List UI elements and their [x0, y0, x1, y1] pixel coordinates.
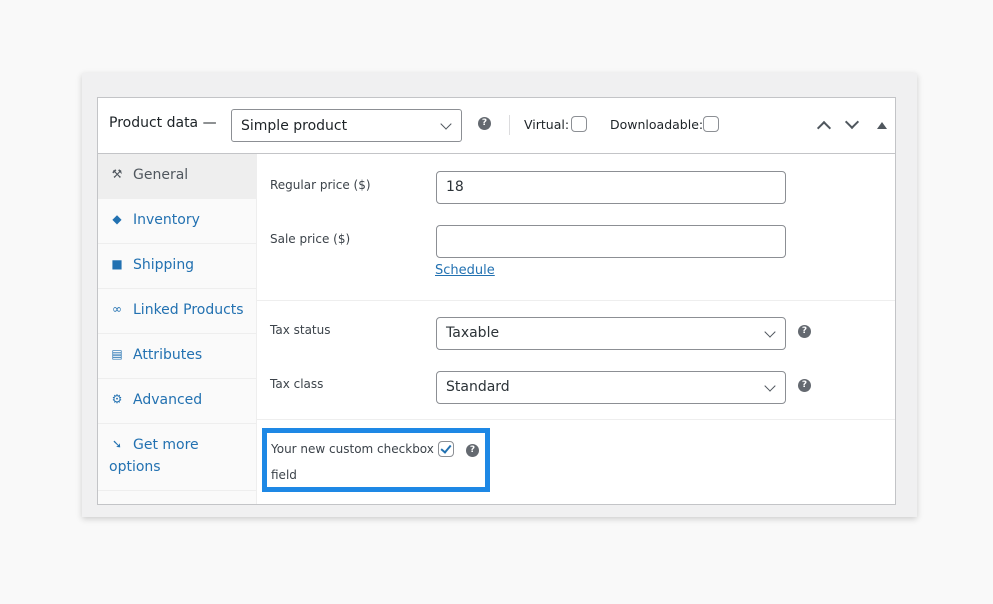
- tab-label: Linked Products: [133, 302, 244, 318]
- custom-checkbox-label: Your new custom checkbox: [271, 442, 434, 456]
- pricing-group: Regular price ($) 18 Sale price ($) Sche…: [257, 154, 895, 301]
- tax-status-label: Tax status: [270, 323, 331, 337]
- tag-icon: ◆: [112, 212, 122, 226]
- chevron-down-icon: [764, 380, 776, 392]
- help-icon[interactable]: ?: [798, 325, 811, 338]
- product-data-tabs: ⚒ General ◆ Inventory ■ Shipping ∞ Linke…: [98, 154, 257, 504]
- custom-checkbox[interactable]: [438, 441, 454, 457]
- tab-label: Shipping: [133, 257, 195, 273]
- sale-price-input[interactable]: [436, 225, 786, 258]
- link-icon: ∞: [112, 302, 122, 316]
- product-data-metabox: Product data — Simple product ? Virtual:…: [97, 97, 896, 505]
- tax-status-select[interactable]: Taxable: [436, 317, 786, 350]
- truck-icon: ■: [111, 257, 123, 271]
- help-icon[interactable]: ?: [466, 444, 479, 457]
- checkmark-icon: [440, 442, 452, 454]
- tax-status-value: Taxable: [446, 325, 500, 341]
- chevron-down-icon: [440, 118, 452, 130]
- regular-price-label: Regular price ($): [270, 178, 371, 192]
- metabox-title: Product data —: [109, 115, 217, 131]
- tab-linked-products[interactable]: ∞ Linked Products: [98, 289, 256, 334]
- tab-general[interactable]: ⚒ General: [98, 154, 256, 199]
- product-type-value: Simple product: [241, 118, 348, 134]
- wrench-icon: ⚒: [111, 167, 123, 181]
- virtual-label: Virtual:: [524, 117, 570, 132]
- tab-label: Attributes: [133, 347, 203, 363]
- tax-group: Tax status Taxable ? Tax class Standard …: [257, 301, 895, 420]
- schedule-link[interactable]: Schedule: [435, 263, 495, 278]
- tab-attributes[interactable]: ▤ Attributes: [98, 334, 256, 379]
- tab-advanced[interactable]: ⚙ Advanced: [98, 379, 256, 424]
- downloadable-checkbox[interactable]: [703, 116, 719, 132]
- custom-checkbox-highlight: Your new custom checkbox field ?: [262, 428, 490, 492]
- regular-price-input[interactable]: 18: [436, 171, 786, 204]
- virtual-checkbox[interactable]: [571, 116, 587, 132]
- tab-shipping[interactable]: ■ Shipping: [98, 244, 256, 289]
- chevron-down-icon: [764, 326, 776, 338]
- toggle-collapse-icon[interactable]: [877, 122, 887, 129]
- list-card-icon: ▤: [111, 347, 123, 361]
- tax-class-label: Tax class: [270, 377, 324, 391]
- tab-label: Get more options: [109, 437, 199, 475]
- tab-get-more-options[interactable]: ➘ Get more options: [98, 424, 256, 491]
- gear-icon: ⚙: [111, 392, 123, 406]
- product-type-select[interactable]: Simple product: [231, 109, 462, 142]
- sale-price-label: Sale price ($): [270, 232, 351, 246]
- downloadable-label: Downloadable:: [610, 117, 704, 132]
- tax-class-value: Standard: [446, 379, 510, 395]
- tab-label: Inventory: [133, 212, 200, 228]
- move-up-icon[interactable]: [816, 120, 832, 136]
- tax-class-select[interactable]: Standard: [436, 371, 786, 404]
- tab-label: General: [133, 167, 189, 183]
- tab-inventory[interactable]: ◆ Inventory: [98, 199, 256, 244]
- help-icon[interactable]: ?: [798, 379, 811, 392]
- custom-checkbox-label-continued: field: [271, 468, 297, 482]
- tab-label: Advanced: [133, 392, 203, 408]
- move-down-icon[interactable]: [844, 114, 860, 130]
- metabox-header: Product data — Simple product ? Virtual:…: [98, 98, 895, 154]
- help-icon[interactable]: ?: [478, 117, 491, 130]
- divider: [509, 115, 510, 135]
